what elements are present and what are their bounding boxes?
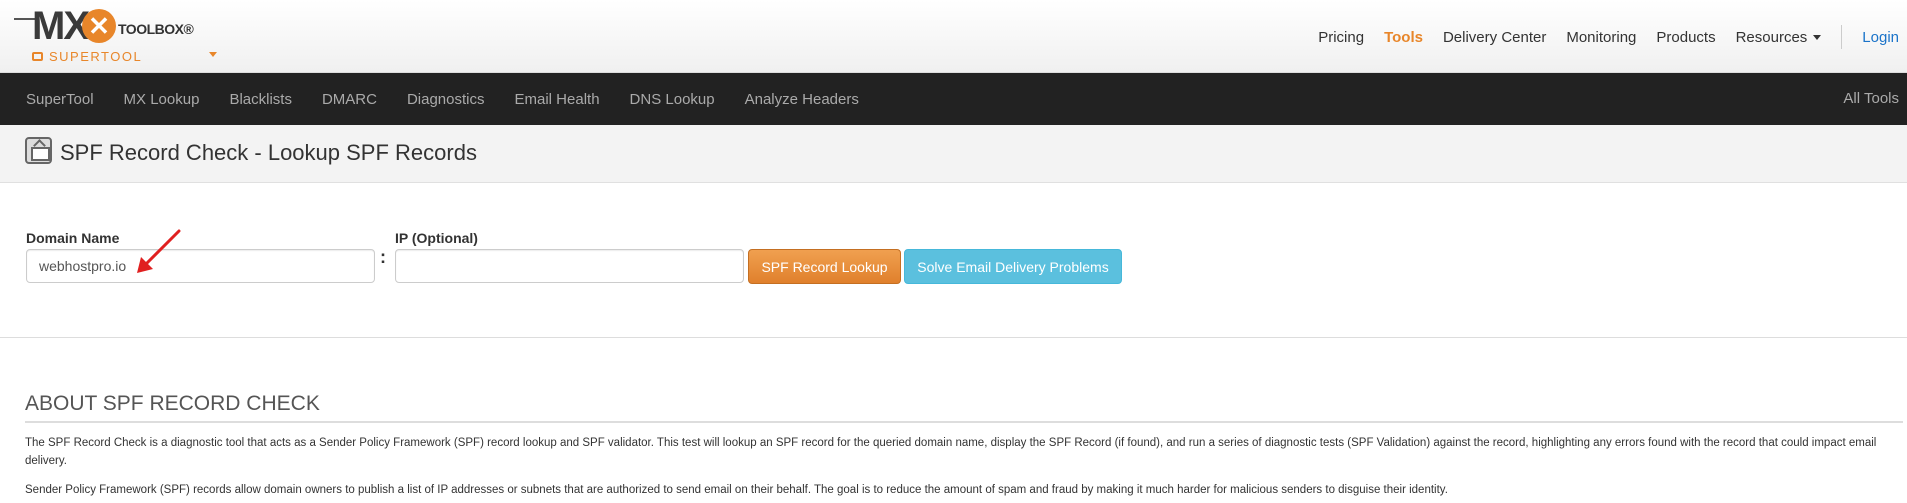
- envelope-icon: [25, 137, 52, 164]
- about-paragraph-2: Sender Policy Framework (SPF) records al…: [25, 484, 1448, 496]
- about-paragraph-1: The SPF Record Check is a diagnostic too…: [25, 437, 1877, 467]
- nav-resources-label: Resources: [1735, 28, 1808, 46]
- toolnav-mx-lookup[interactable]: MX Lookup: [124, 91, 200, 108]
- ip-input[interactable]: [395, 249, 744, 283]
- toolnav-dns-lookup[interactable]: DNS Lookup: [630, 91, 715, 108]
- page-title: SPF Record Check - Lookup SPF Records: [60, 140, 477, 165]
- top-nav: Pricing Tools Delivery Center Monitoring…: [1298, 25, 1899, 49]
- nav-monitoring[interactable]: Monitoring: [1566, 29, 1636, 46]
- nav-divider: [1841, 25, 1843, 49]
- nav-products[interactable]: Products: [1656, 29, 1715, 46]
- logo-x-circle-icon: ✕: [82, 9, 116, 43]
- spf-record-lookup-button[interactable]: SPF Record Lookup: [748, 249, 901, 284]
- field-separator: :: [380, 247, 386, 267]
- nav-resources[interactable]: Resources: [1736, 29, 1822, 46]
- nav-delivery-center[interactable]: Delivery Center: [1443, 29, 1546, 46]
- solve-email-delivery-button[interactable]: Solve Email Delivery Problems: [904, 249, 1122, 284]
- top-header: MX ✕ TOOLBOX® SUPERTOOL Pricing Tools De…: [0, 0, 1907, 73]
- domain-name-label: Domain Name: [26, 230, 120, 246]
- spf-lookup-form: Domain Name : IP (Optional) SPF Record L…: [0, 183, 1907, 338]
- nav-pricing[interactable]: Pricing: [1318, 29, 1364, 46]
- logo-toolbox-text: TOOLBOX®: [118, 21, 194, 37]
- toolnav-dmarc[interactable]: DMARC: [322, 91, 377, 108]
- mxtoolbox-logo[interactable]: MX ✕ TOOLBOX® SUPERTOOL: [14, 4, 217, 68]
- toolnav-all-tools[interactable]: All Tools: [1843, 90, 1899, 107]
- toolnav-diagnostics[interactable]: Diagnostics: [407, 91, 485, 108]
- page-title-band: SPF Record Check - Lookup SPF Records: [0, 125, 1907, 183]
- toolnav-supertool[interactable]: SuperTool: [26, 91, 94, 108]
- toolnav-blacklists[interactable]: Blacklists: [229, 91, 292, 108]
- tool-nav-bar: SuperTool MX Lookup Blacklists DMARC Dia…: [0, 73, 1907, 125]
- chevron-down-icon: [1813, 35, 1822, 41]
- nav-tools[interactable]: Tools: [1384, 29, 1423, 46]
- domain-name-input[interactable]: [26, 249, 375, 283]
- login-link[interactable]: Login: [1862, 29, 1899, 46]
- supertool-caret-icon[interactable]: [209, 52, 217, 57]
- supertool-dropdown[interactable]: SUPERTOOL: [32, 49, 142, 64]
- supertool-icon: [32, 52, 43, 62]
- logo-mx-text: MX: [32, 4, 90, 48]
- about-heading: ABOUT SPF RECORD CHECK: [25, 392, 1903, 423]
- toolnav-analyze-headers[interactable]: Analyze Headers: [745, 91, 859, 108]
- toolnav-email-health[interactable]: Email Health: [515, 91, 600, 108]
- red-annotation-arrow-icon: [137, 229, 181, 273]
- supertool-label: SUPERTOOL: [49, 49, 143, 64]
- ip-label: IP (Optional): [395, 230, 478, 246]
